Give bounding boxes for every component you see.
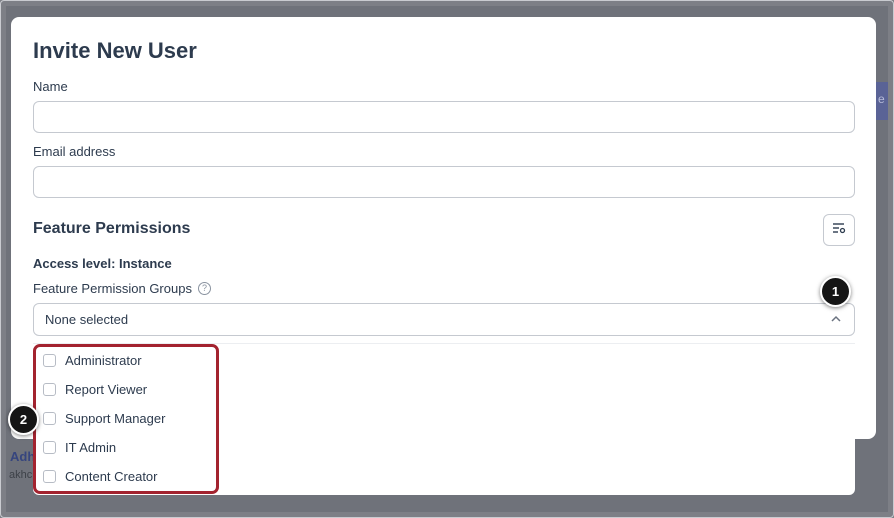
- modal-title: Invite New User: [33, 38, 197, 63]
- help-icon[interactable]: ?: [197, 282, 211, 295]
- select-value: None selected: [45, 312, 129, 327]
- callout-badge-2: 2: [8, 404, 39, 435]
- permission-groups-select[interactable]: None selected: [33, 303, 855, 336]
- options-highlight-box: [33, 344, 219, 494]
- background-link: Adh: [10, 449, 36, 464]
- access-level-label: Access level: Instance: [33, 256, 172, 271]
- permissions-settings-button[interactable]: [823, 214, 855, 246]
- email-label: Email address: [33, 144, 116, 159]
- permission-groups-label: Feature Permission Groups ?: [33, 281, 211, 296]
- chevron-up-icon: [830, 313, 842, 328]
- name-label: Name: [33, 79, 68, 94]
- email-field[interactable]: [33, 166, 855, 198]
- name-field[interactable]: [33, 101, 855, 133]
- permission-groups-text: Feature Permission Groups: [33, 281, 192, 296]
- filter-settings-icon: [832, 221, 846, 239]
- background-subtext: akhc: [9, 469, 33, 481]
- callout-badge-1: 1: [820, 276, 851, 307]
- feature-permissions-heading: Feature Permissions: [33, 220, 191, 237]
